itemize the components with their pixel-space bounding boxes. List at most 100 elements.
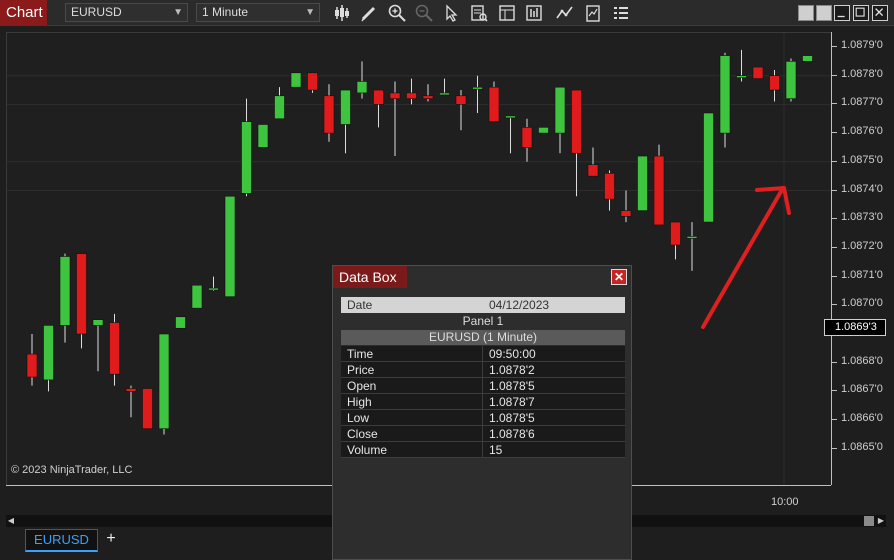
candle-body	[241, 121, 252, 194]
candle-body	[257, 124, 269, 148]
close-button[interactable]	[872, 5, 888, 21]
properties-list-icon[interactable]	[611, 3, 631, 23]
candle	[670, 221, 681, 260]
price-axis-label: 1.0866'0	[841, 412, 883, 425]
date-value: 04/12/2023	[489, 298, 550, 312]
data-box-rows: Time 09:50:00 Price 1.0878'2 Open 1.0878'5 …	[341, 346, 625, 458]
candle-body	[142, 388, 153, 430]
candle	[802, 55, 813, 62]
chart-badge[interactable]: Chart	[0, 0, 47, 25]
instrument-selector[interactable]: EURUSD ▼	[65, 3, 188, 22]
candle	[389, 81, 401, 157]
price-axis-label: 1.0872'0	[841, 239, 883, 252]
candle-body	[703, 112, 714, 223]
candle	[158, 333, 170, 435]
candle	[769, 69, 780, 102]
price-tick	[832, 46, 837, 47]
candle-body	[406, 92, 417, 99]
candle	[505, 115, 516, 154]
bar-style-icon[interactable]	[332, 3, 352, 23]
strategies-icon[interactable]	[524, 3, 544, 23]
candle-body	[785, 61, 797, 99]
close-icon[interactable]: ✕	[611, 269, 627, 285]
data-box-window[interactable]: Data Box ✕ Date 04/12/2023 Panel 1 EURUS…	[332, 265, 632, 560]
chevron-down-icon: ▼	[173, 7, 183, 18]
candle	[274, 87, 285, 120]
window-tile-button[interactable]	[798, 5, 814, 21]
candle-body	[571, 89, 582, 154]
candle-body	[125, 388, 137, 392]
interval-selector[interactable]: 1 Minute ▼	[196, 3, 320, 22]
price-axis-label: 1.0871'0	[841, 268, 883, 281]
instrument-label: EURUSD	[71, 5, 122, 19]
price-tick	[832, 160, 837, 162]
candle-body	[505, 115, 516, 119]
row-value: 15	[489, 443, 503, 457]
candle	[472, 75, 483, 114]
price-tick	[832, 246, 837, 248]
maximize-button[interactable]	[853, 5, 869, 21]
indicators-icon[interactable]	[555, 3, 575, 23]
data-box-row: Price 1.0878'2	[341, 362, 625, 378]
candle-body	[109, 322, 120, 375]
candle-body	[356, 81, 368, 94]
candle	[43, 325, 54, 392]
row-key: Open	[347, 379, 377, 393]
row-key: Price	[347, 363, 375, 377]
data-box-header[interactable]: Data Box ✕	[333, 266, 631, 288]
candle	[736, 49, 747, 82]
row-key: Volume	[347, 443, 388, 457]
title-bar: Chart EURUSD ▼ 1 Minute ▼	[0, 0, 894, 26]
candle-body	[736, 75, 747, 79]
row-value: 1.0878'5	[489, 411, 535, 425]
scroll-right-arrow-icon[interactable]: ▶	[876, 515, 886, 527]
zoom-in-icon[interactable]	[387, 3, 407, 23]
window-tile-button[interactable]	[816, 5, 832, 21]
templates-icon[interactable]	[497, 3, 517, 23]
row-key: Low	[347, 411, 370, 425]
candle	[208, 276, 219, 291]
drawing-tool-icon[interactable]	[359, 3, 379, 23]
scroll-thumb[interactable]	[864, 516, 874, 526]
add-tab-button[interactable]: +	[103, 529, 119, 549]
row-value: 09:50:00	[489, 347, 536, 361]
candle-body	[538, 127, 549, 134]
candle-body	[521, 127, 533, 148]
candle-body	[373, 89, 384, 105]
candle-body	[92, 319, 104, 326]
chart-properties-icon[interactable]	[583, 3, 603, 23]
candle-body	[455, 95, 467, 105]
candle	[703, 112, 714, 223]
candle-body	[323, 95, 335, 134]
candle-body	[670, 221, 681, 246]
candle	[241, 98, 252, 197]
candle	[59, 253, 71, 343]
scroll-left-arrow-icon[interactable]: ◀	[6, 515, 16, 527]
data-box-date-row: Date 04/12/2023	[341, 297, 625, 313]
candle	[488, 81, 500, 122]
price-axis[interactable]: 1.0879'0 1.0878'0 1.0877'0 1.0876'0 1.0875'0…	[831, 32, 894, 485]
candle-body	[686, 236, 698, 239]
data-box-icon[interactable]	[469, 3, 489, 23]
candle	[307, 72, 318, 93]
candle	[521, 118, 533, 162]
time-axis-label: 10:00	[771, 496, 799, 508]
price-tick	[832, 103, 837, 105]
candle-body	[488, 86, 500, 122]
candle	[439, 78, 450, 96]
candle	[620, 190, 632, 223]
candle-body	[439, 92, 450, 96]
row-value: 1.0878'5	[489, 379, 535, 393]
price-tick	[832, 304, 837, 306]
price-tick	[832, 218, 837, 220]
price-axis-label: 1.0868'0	[841, 354, 883, 367]
candle	[373, 89, 384, 128]
candle-body	[769, 75, 780, 91]
candle	[26, 334, 38, 386]
zoom-out-icon[interactable]	[414, 3, 434, 23]
candle-body	[637, 155, 648, 211]
tab-eurusd[interactable]: EURUSD	[25, 529, 98, 552]
candle	[109, 313, 120, 386]
pointer-icon[interactable]	[441, 3, 461, 23]
minimize-button[interactable]	[834, 5, 850, 21]
